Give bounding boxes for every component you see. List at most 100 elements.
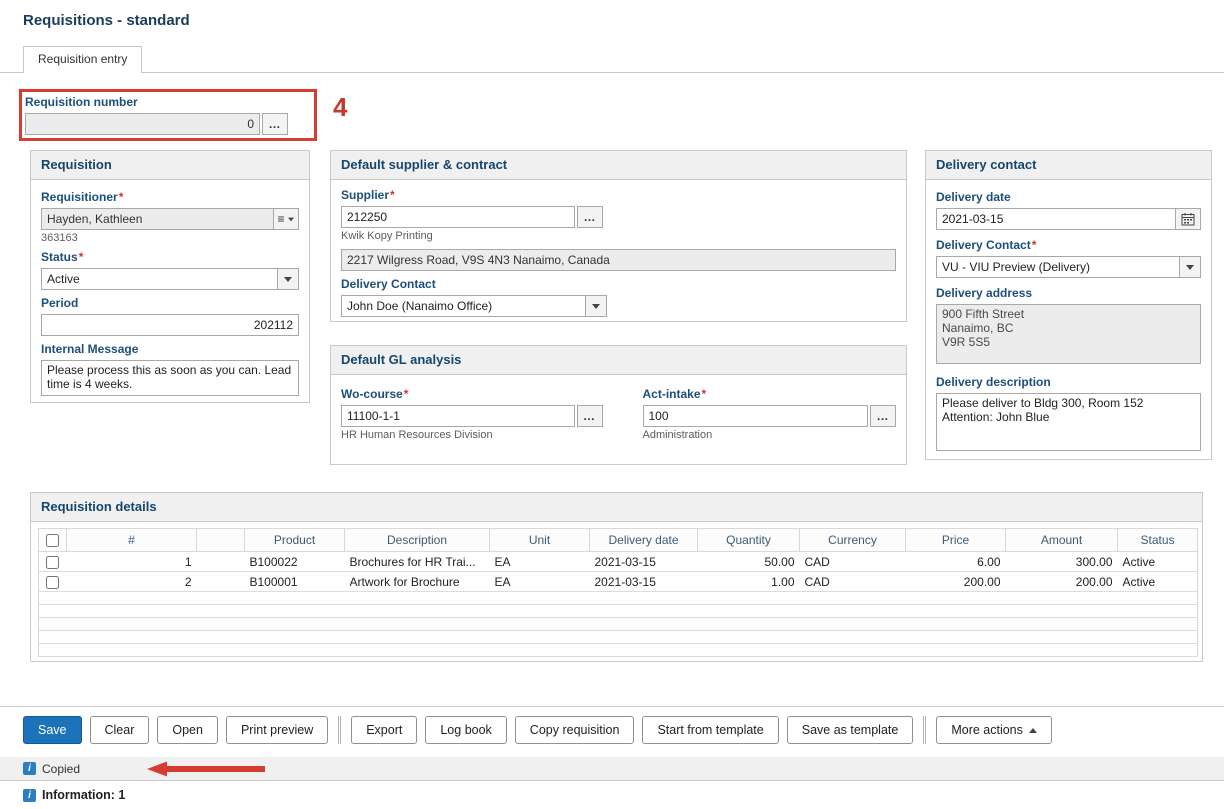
requisitioner-typeahead-button[interactable]: ≡: [273, 208, 299, 230]
calendar-icon: [1181, 212, 1195, 226]
column-header-description: Description: [345, 529, 490, 552]
print-preview-button[interactable]: Print preview: [226, 716, 328, 744]
info-icon: i: [23, 789, 36, 802]
supplier-lookup-button[interactable]: …: [577, 206, 603, 228]
column-header-status: Status: [1118, 529, 1198, 552]
cell-currency: CAD: [800, 572, 906, 592]
save-button[interactable]: Save: [23, 716, 82, 744]
chevron-down-icon: [1186, 265, 1194, 270]
gl-analysis-panel-header: Default GL analysis: [331, 346, 906, 375]
cell-unit: EA: [490, 552, 590, 572]
act-intake-lookup-button[interactable]: …: [870, 405, 896, 427]
delivery-contact-label: Delivery Contact*: [936, 238, 1201, 253]
page-title: Requisitions - standard: [23, 12, 190, 29]
copied-status-row: i Copied: [0, 757, 1224, 780]
start-from-template-button[interactable]: Start from template: [642, 716, 778, 744]
row-checkbox[interactable]: [46, 576, 59, 589]
info-icon: i: [23, 762, 36, 775]
supplier-name-helper: Kwik Kopy Printing: [341, 230, 896, 242]
delivery-date-label: Delivery date: [936, 190, 1201, 205]
requisitioner-input: [41, 208, 274, 230]
internal-message-label: Internal Message: [41, 342, 299, 357]
internal-message-textarea[interactable]: Please process this as soon as you can. …: [41, 360, 299, 396]
default-delivery-contact-select[interactable]: John Doe (Nanaimo Office): [341, 295, 607, 317]
status-dropdown-button[interactable]: [277, 268, 299, 290]
column-header-num: #: [67, 529, 197, 552]
requisition-number-lookup-button[interactable]: …: [262, 113, 288, 135]
cell-product: B100022: [245, 552, 345, 572]
cell-status: Active: [1118, 572, 1198, 592]
cell-blank: [197, 572, 245, 592]
triangle-up-icon: [1029, 728, 1037, 733]
cell-price: 6.00: [906, 552, 1006, 572]
tab-strip-divider: [0, 72, 1224, 73]
delivery-address-label: Delivery address: [936, 286, 1201, 301]
requisitioner-label: Requisitioner*: [41, 190, 299, 205]
wo-course-lookup-button[interactable]: …: [577, 405, 603, 427]
chevron-down-icon: [284, 277, 292, 282]
delivery-contact-value: VU - VIU Preview (Delivery): [936, 256, 1180, 278]
open-button[interactable]: Open: [157, 716, 218, 744]
supplier-contract-panel: Default supplier & contract Supplier* … …: [330, 150, 907, 322]
delivery-contact-select[interactable]: VU - VIU Preview (Delivery): [936, 256, 1201, 278]
act-intake-label: Act-intake*: [643, 387, 897, 402]
column-header-blank: [197, 529, 245, 552]
save-as-template-button[interactable]: Save as template: [787, 716, 914, 744]
act-intake-input[interactable]: [643, 405, 869, 427]
ellipsis-icon: …: [877, 412, 890, 420]
cell-delivery-date: 2021-03-15: [590, 572, 698, 592]
delivery-contact-panel-header: Delivery contact: [926, 151, 1211, 180]
gl-analysis-panel: Default GL analysis Wo-course* … HR Huma…: [330, 345, 907, 465]
cell-currency: CAD: [800, 552, 906, 572]
chevron-down-icon: [592, 304, 600, 309]
annotation-step-number: 4: [333, 92, 347, 123]
wo-course-helper: HR Human Resources Division: [341, 429, 603, 441]
cell-delivery-date: 2021-03-15: [590, 552, 698, 572]
chevron-down-icon: [288, 217, 294, 221]
requisition-details-panel: Requisition details # Product Descriptio…: [30, 492, 1203, 662]
requisition-details-table: # Product Description Unit Delivery date…: [38, 528, 1198, 657]
column-header-amount: Amount: [1006, 529, 1118, 552]
cell-description: Brochures for HR Trai...: [345, 552, 490, 572]
log-book-button[interactable]: Log book: [425, 716, 506, 744]
ellipsis-icon: …: [583, 412, 596, 420]
delivery-date-input[interactable]: [936, 208, 1176, 230]
cell-blank: [197, 552, 245, 572]
copy-requisition-button[interactable]: Copy requisition: [515, 716, 635, 744]
menu-icon: ≡: [277, 213, 284, 225]
cell-price: 200.00: [906, 572, 1006, 592]
toolbar-divider-line: [0, 706, 1224, 707]
column-header-currency: Currency: [800, 529, 906, 552]
wo-course-input[interactable]: [341, 405, 575, 427]
status-label: Status*: [41, 250, 299, 265]
requisition-panel-header: Requisition: [31, 151, 309, 180]
tab-requisition-entry[interactable]: Requisition entry: [23, 46, 142, 73]
delivery-contact-dropdown-button[interactable]: [1179, 256, 1201, 278]
cell-product: B100001: [245, 572, 345, 592]
delivery-address-textarea: 900 Fifth Street Nanaimo, BC V9R 5S5: [936, 304, 1201, 364]
delivery-contact-panel: Delivery contact Delivery date De: [925, 150, 1212, 460]
table-row[interactable]: 2 B100001 Artwork for Brochure EA 2021-0…: [39, 572, 1198, 592]
empty-grid-row: [39, 592, 1198, 605]
column-header-quantity: Quantity: [698, 529, 800, 552]
delivery-description-textarea[interactable]: Please deliver to Bldg 300, Room 152 Att…: [936, 393, 1201, 451]
status-select[interactable]: Active: [41, 268, 299, 290]
export-button[interactable]: Export: [351, 716, 417, 744]
cell-status: Active: [1118, 552, 1198, 572]
row-checkbox[interactable]: [46, 556, 59, 569]
delivery-date-calendar-button[interactable]: [1175, 208, 1201, 230]
more-actions-button[interactable]: More actions: [936, 716, 1052, 744]
supplier-input[interactable]: [341, 206, 575, 228]
clear-button[interactable]: Clear: [90, 716, 150, 744]
cell-quantity: 50.00: [698, 552, 800, 572]
column-header-product: Product: [245, 529, 345, 552]
default-delivery-contact-dropdown-button[interactable]: [585, 295, 607, 317]
grid-header-row: # Product Description Unit Delivery date…: [39, 529, 1198, 552]
select-all-checkbox[interactable]: [46, 534, 59, 547]
ellipsis-icon: …: [584, 213, 597, 221]
column-header-price: Price: [906, 529, 1006, 552]
requisition-details-panel-header: Requisition details: [31, 493, 1202, 522]
information-text: Information: 1: [42, 788, 125, 802]
period-input[interactable]: [41, 314, 299, 336]
table-row[interactable]: 1 B100022 Brochures for HR Trai... EA 20…: [39, 552, 1198, 572]
